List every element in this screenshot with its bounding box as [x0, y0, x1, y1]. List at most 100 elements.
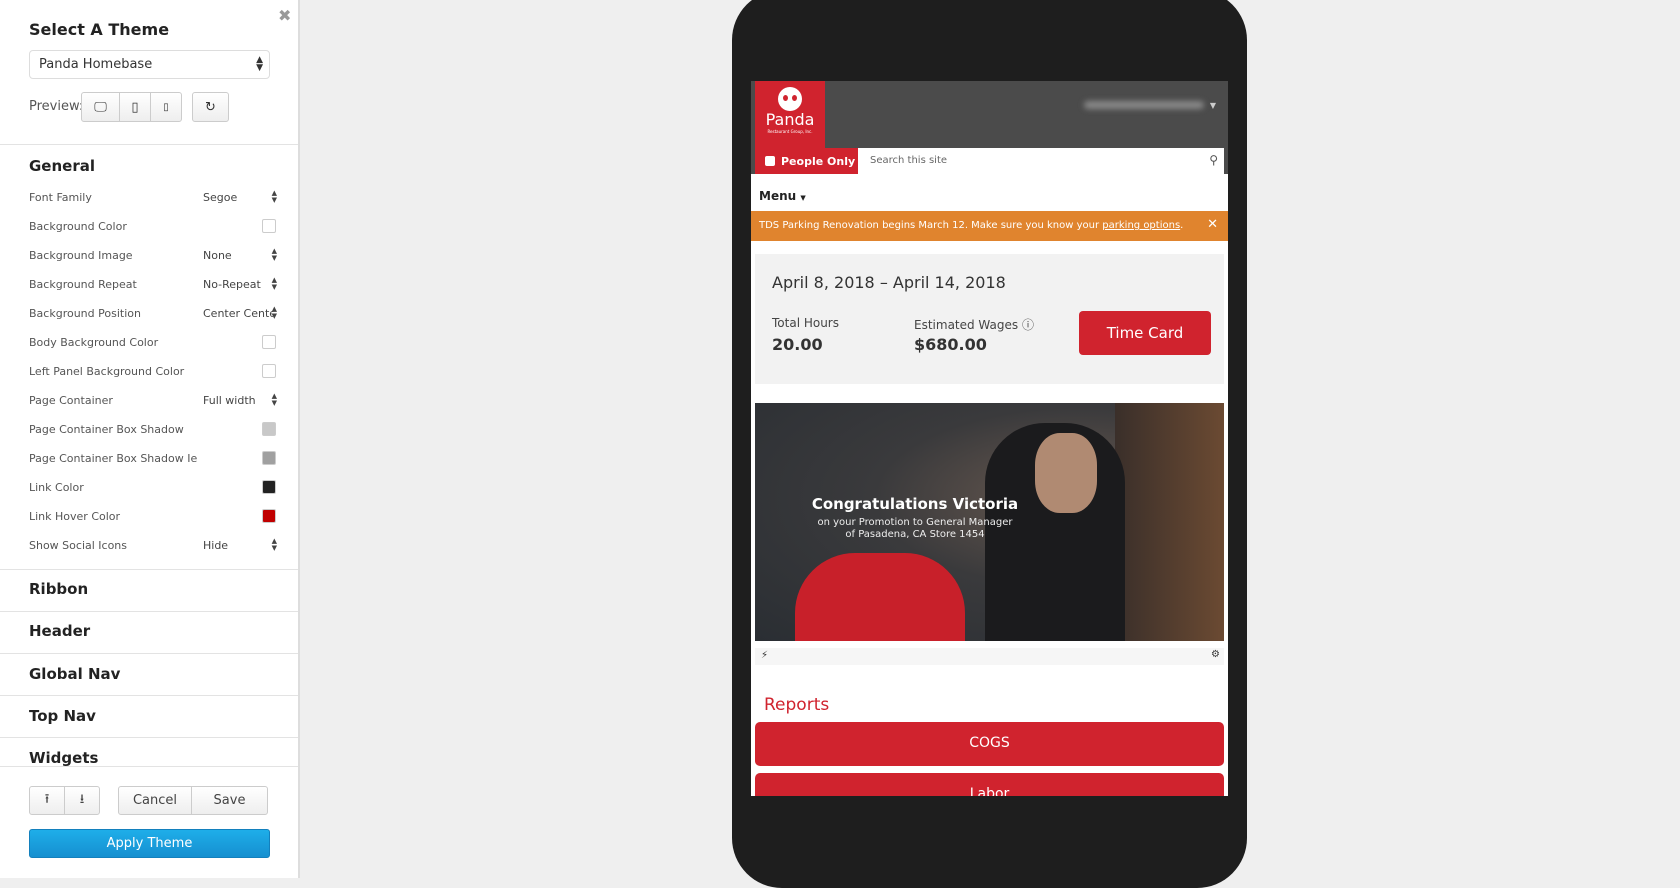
section-ribbon[interactable]: Ribbon	[29, 580, 88, 598]
setting-row: Body Background Color	[29, 333, 279, 353]
theme-panel: ✖ Select A Theme Panda Homebase ▲ ▼ Previe…	[0, 0, 300, 878]
cogs-button[interactable]: COGS	[755, 722, 1224, 766]
select-arrows-icon: ▲ ▼	[271, 247, 277, 262]
setting-row: Page Container Box Shadow	[29, 420, 279, 440]
preview-device-group: 🖵 ▯ ▯	[81, 92, 182, 122]
caret-down-icon: ▼	[800, 194, 806, 202]
color-swatch[interactable]	[262, 335, 276, 349]
setting-row: Page Container Full width ▲ ▼	[29, 391, 279, 411]
site-header: Panda Restaurant Group, Inc. ▼ People Onl…	[751, 81, 1228, 174]
select-arrows-icon: ▲ ▼	[271, 305, 277, 320]
people-only-checkbox[interactable]: People Only	[755, 148, 858, 174]
webpart-toolbar: ⚡ ⚙	[755, 648, 1224, 665]
setting-label: Font Family	[29, 191, 92, 204]
tablet-preview-button[interactable]: ▯	[120, 93, 151, 121]
reports-heading: Reports	[764, 695, 830, 715]
user-menu[interactable]	[1084, 101, 1204, 109]
parking-options-link[interactable]: parking options	[1102, 220, 1180, 231]
setting-row: Show Social Icons Hide ▲ ▼	[29, 536, 279, 556]
close-icon[interactable]: ✕	[1207, 217, 1218, 232]
phone-preview-screen: Panda Restaurant Group, Inc. ▼ People Onl…	[751, 81, 1228, 796]
setting-row: Left Panel Background Color	[29, 362, 279, 382]
notice-banner: TDS Parking Renovation begins March 12. …	[751, 211, 1228, 241]
hero-subtitle: on your Promotion to General Manager of P…	[817, 517, 1013, 540]
wages-value: $680.00	[914, 335, 987, 354]
caret-down-icon: ▼	[1209, 101, 1216, 110]
setting-row: Link Color	[29, 478, 279, 498]
time-card-button[interactable]: Time Card	[1079, 311, 1211, 355]
setting-row: Background Repeat No-Repeat ▲ ▼	[29, 275, 279, 295]
promotion-banner-image: Congratulations Victoria on your Promoti…	[755, 403, 1224, 641]
select-arrows-icon: ▲ ▼	[271, 276, 277, 291]
setting-label: Link Color	[29, 481, 84, 494]
setting-row: Font Family Segoe ▲ ▼	[29, 188, 279, 208]
section-general[interactable]: General	[29, 157, 95, 175]
select-arrows-icon: ▲ ▼	[256, 55, 263, 73]
total-hours-label: Total Hours	[772, 316, 839, 330]
import-export-group: ⭱ ⭳	[29, 786, 100, 815]
setting-label: Link Hover Color	[29, 510, 121, 523]
setting-label: Background Color	[29, 220, 127, 233]
color-swatch[interactable]	[262, 509, 276, 523]
setting-value-select[interactable]: Hide	[203, 539, 273, 552]
date-range: April 8, 2018 – April 14, 2018	[772, 273, 1006, 292]
gear-icon[interactable]: ⚙	[1211, 649, 1220, 660]
refresh-icon: ↻	[205, 99, 216, 115]
setting-value-select[interactable]: Full width	[203, 394, 273, 407]
search-icon[interactable]: ⚲	[1209, 153, 1218, 167]
section-widgets[interactable]: Widgets	[29, 749, 98, 767]
total-hours-value: 20.00	[772, 335, 823, 354]
setting-label: Show Social Icons	[29, 539, 128, 552]
setting-label: Page Container Box Shadow Ie	[29, 452, 198, 465]
download-icon[interactable]: ⭳	[65, 787, 99, 814]
color-swatch[interactable]	[262, 364, 276, 378]
color-swatch[interactable]	[262, 219, 276, 233]
setting-row: Background Image None ▲ ▼	[29, 246, 279, 266]
setting-row: Link Hover Color	[29, 507, 279, 527]
setting-label: Page Container Box Shadow	[29, 423, 184, 436]
theme-select[interactable]: Panda Homebase ▲ ▼	[29, 50, 270, 79]
setting-value-select[interactable]: Segoe	[203, 191, 273, 204]
apply-theme-button[interactable]: Apply Theme	[29, 829, 270, 858]
select-arrows-icon: ▲ ▼	[271, 392, 277, 407]
color-swatch[interactable]	[262, 422, 276, 436]
setting-row: Page Container Box Shadow Ie	[29, 449, 279, 469]
wages-label: Estimated Wages ⓘ	[914, 318, 1034, 332]
setting-label: Body Background Color	[29, 336, 159, 349]
panel-title: Select A Theme	[29, 20, 170, 39]
section-top-nav[interactable]: Top Nav	[29, 707, 96, 725]
menu-button[interactable]: Menu ▼	[751, 182, 1228, 211]
cancel-save-group: Cancel Save	[118, 786, 268, 815]
setting-value-select[interactable]: None	[203, 249, 273, 262]
color-swatch[interactable]	[262, 480, 276, 494]
section-header[interactable]: Header	[29, 622, 90, 640]
cancel-button[interactable]: Cancel	[119, 787, 192, 814]
refresh-button[interactable]: ↻	[192, 92, 229, 122]
select-arrows-icon: ▲ ▼	[271, 189, 277, 204]
color-swatch[interactable]	[262, 451, 276, 465]
select-arrows-icon: ▲ ▼	[271, 537, 277, 552]
hero-title: Congratulations Victoria	[811, 495, 1019, 513]
panda-logo[interactable]: Panda Restaurant Group, Inc.	[755, 81, 825, 148]
setting-label: Left Panel Background Color	[29, 365, 185, 378]
timecard-summary: April 8, 2018 – April 14, 2018 Total Hou…	[755, 254, 1224, 384]
setting-value-select[interactable]: Center Center	[203, 307, 273, 320]
upload-icon[interactable]: ⭱	[30, 787, 65, 814]
setting-label: Background Repeat	[29, 278, 137, 291]
setting-row: Background Position Center Center ▲ ▼	[29, 304, 279, 324]
save-button[interactable]: Save	[192, 787, 267, 814]
preview-label: Preview:	[29, 99, 84, 114]
lightning-icon: ⚡	[761, 650, 769, 661]
info-icon[interactable]: ⓘ	[1022, 318, 1034, 332]
section-global-nav[interactable]: Global Nav	[29, 665, 120, 683]
labor-button[interactable]: Labor	[755, 773, 1224, 796]
setting-label: Background Position	[29, 307, 141, 320]
search-input[interactable]: Search this site ⚲	[858, 148, 1224, 174]
phone-preview-button[interactable]: ▯	[151, 93, 181, 121]
setting-value-select[interactable]: No-Repeat	[203, 278, 273, 291]
setting-row: Background Color	[29, 217, 279, 237]
setting-label: Page Container	[29, 394, 113, 407]
setting-label: Background Image	[29, 249, 133, 262]
desktop-preview-button[interactable]: 🖵	[82, 93, 120, 121]
close-icon[interactable]: ✖	[278, 6, 291, 25]
